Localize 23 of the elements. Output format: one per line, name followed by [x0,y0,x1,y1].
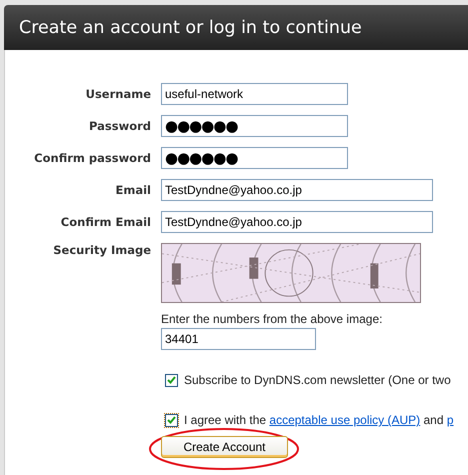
field-label: Username [84,87,152,101]
field-label: Password [88,119,152,133]
checkbox[interactable] [165,374,178,386]
checkbox-label: I agree with the acceptable use policy (AUP) and p [184,413,454,427]
checkmark-icon [167,376,176,384]
create-account-button[interactable]: Create Account [161,436,288,458]
captcha-field[interactable]: 34401 [161,328,316,350]
field-label: Security Image [52,243,152,257]
checkbox-label: Subscribe to DynDNS.com newsletter (One or two [184,373,451,387]
password-field[interactable]: ●●●●●● [161,115,348,137]
input-field[interactable]: useful-network [161,83,348,105]
captcha-prompt: Enter the numbers from the above image: [161,312,384,326]
password-field[interactable]: ●●●●●● [161,147,348,169]
checkbox[interactable] [165,414,178,426]
field-label: Confirm password [33,151,152,165]
field-label: Email [114,183,152,197]
checkmark-icon [167,416,176,424]
policy-link[interactable]: p [446,413,454,427]
policy-link[interactable]: acceptable use policy (AUP) [269,413,420,427]
field-label: Confirm Email [60,215,152,229]
input-field[interactable]: TestDyndne@yahoo.co.jp [161,179,433,201]
page-title: Create an account or log in to continue [19,18,362,38]
input-field[interactable]: TestDyndne@yahoo.co.jp [161,211,433,233]
